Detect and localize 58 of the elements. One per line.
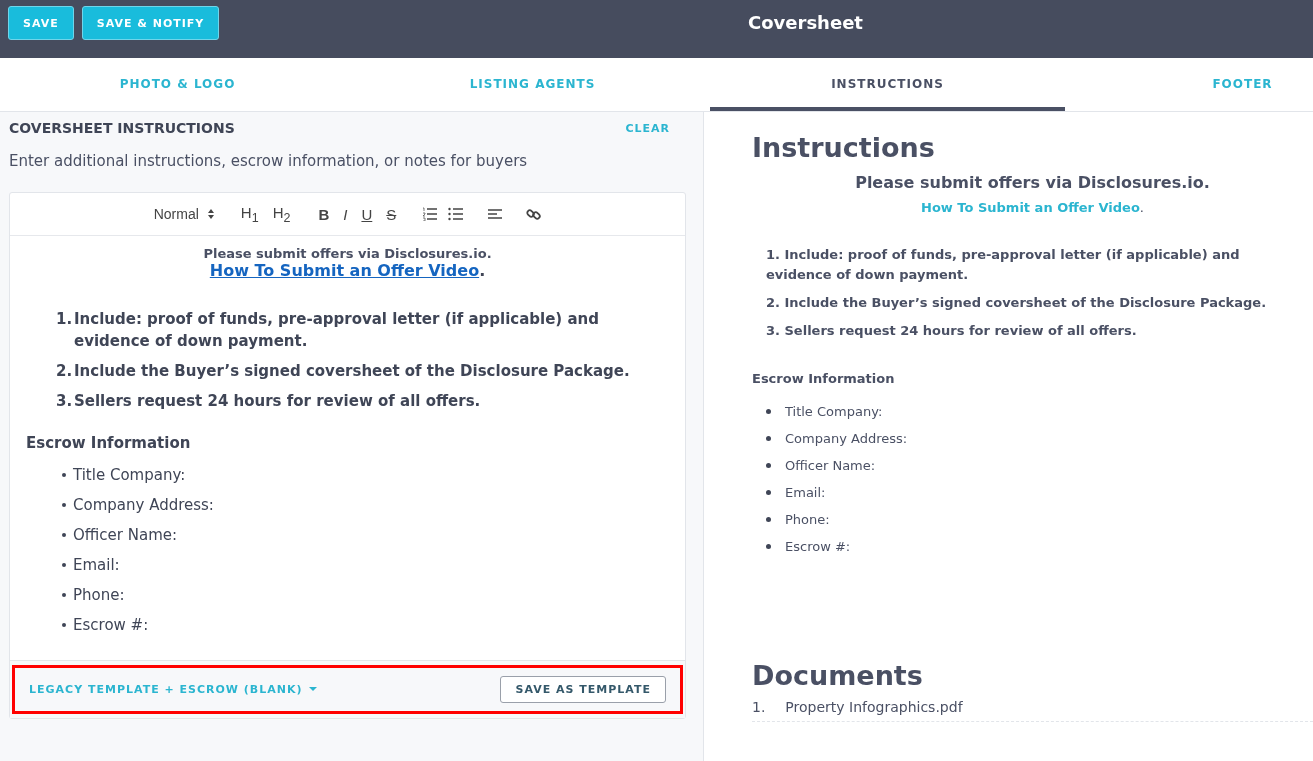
bullet-icon (766, 490, 771, 495)
period-text: . (1139, 200, 1144, 215)
section-description: Enter additional instructions, escrow information, or notes for buyers (9, 152, 529, 170)
document-link[interactable]: Property Infographics.pdf (785, 699, 963, 715)
list-item-text: Include the Buyer’s signed coversheet of the Disclosure Package. (74, 361, 630, 382)
period-text: . (479, 261, 486, 280)
italic-button[interactable]: I (341, 205, 350, 223)
page-title: Coversheet (747, 12, 864, 33)
preview-heading: Instructions (752, 132, 936, 163)
list-item-text: Include: proof of funds, pre-approval letter (if applicable) and evidence of down payment. (74, 309, 600, 352)
documents-heading: Documents (752, 660, 924, 691)
list-item-text: 1. Include: proof of funds, pre-approval letter (if applicable) and evidence of down payment. (766, 247, 1240, 282)
format-dropdown[interactable]: Normal (153, 206, 215, 222)
escrow-field-label: Officer Name: (73, 526, 178, 544)
escrow-field-label: Phone: (73, 586, 125, 604)
caret-icon (308, 687, 317, 692)
align-left-icon[interactable] (488, 208, 503, 220)
heading-two-button[interactable]: H$_{2}$ (270, 203, 293, 225)
bullet-icon (62, 473, 66, 477)
bullet-icon (62, 533, 66, 537)
bullet-icon (766, 544, 771, 549)
list-item-text: Sellers request 24 hours for review of all offers. (74, 391, 481, 412)
escrow-field-label: Title Company: (785, 404, 883, 419)
escrow-field-label: Email: (73, 556, 120, 574)
document-number: 1. (752, 699, 766, 715)
bullet-icon (766, 436, 771, 441)
heading-one-button[interactable]: H$_{1}$ (238, 203, 261, 225)
list-item-text: 3. Sellers request 24 hours for review of all offers. (766, 323, 1137, 338)
bullet-icon (62, 563, 66, 567)
list-item-text: 2. Include the Buyer’s signed coversheet of the Disclosure Package. (766, 295, 1267, 310)
escrow-field-label: Escrow #: (73, 616, 149, 634)
underline-button[interactable]: U (359, 205, 375, 223)
bullet-icon (766, 463, 771, 468)
escrow-field-label: Officer Name: (785, 458, 876, 473)
numbered-list-icon[interactable] (422, 207, 439, 221)
bullet-icon (766, 409, 771, 414)
escrow-heading: Escrow Information (752, 371, 896, 386)
escrow-field-label: Escrow #: (785, 539, 851, 554)
bullet-icon (766, 517, 771, 522)
link-icon[interactable] (526, 206, 542, 222)
strikethrough-button[interactable]: S (384, 205, 399, 223)
escrow-heading: Escrow Information (26, 434, 192, 452)
escrow-field-label: Title Company: (73, 466, 186, 484)
bold-button[interactable]: B (316, 205, 332, 223)
bullet-icon (62, 623, 66, 627)
section-title: COVERSHEET INSTRUCTIONS (9, 120, 235, 136)
video-link[interactable]: How To Submit an Offer Video (209, 261, 480, 280)
sort-arrows-icon (206, 208, 215, 220)
escrow-field-label: Company Address: (73, 496, 214, 514)
escrow-field-label: Phone: (785, 512, 830, 527)
bullet-icon (62, 503, 66, 507)
bullet-list-icon[interactable] (448, 207, 465, 221)
intro-text: Please submit offers via Disclosures.io. (202, 246, 493, 261)
escrow-field-label: Company Address: (785, 431, 908, 446)
intro-text: Please submit offers via Disclosures.io. (854, 173, 1211, 192)
bullet-icon (62, 593, 66, 597)
save-as-template-button[interactable]: SAVE AS TEMPLATE (500, 676, 666, 703)
escrow-field-label: Email: (785, 485, 826, 500)
